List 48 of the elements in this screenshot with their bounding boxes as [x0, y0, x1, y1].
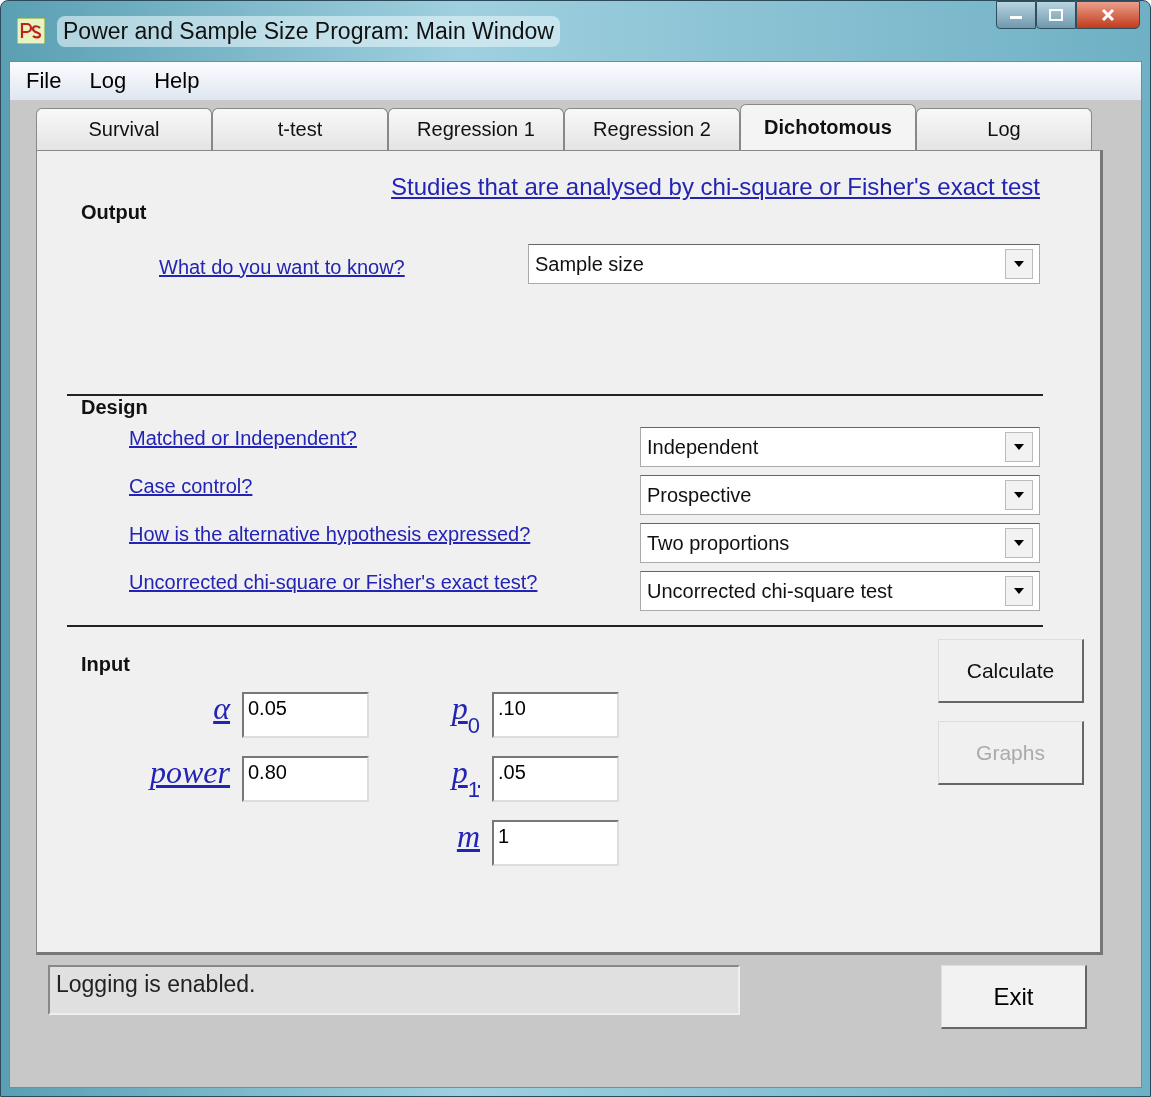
dropdown[interactable]: Sample size	[528, 244, 1040, 284]
menu-item[interactable]: File	[26, 68, 62, 94]
dropdown-arrow-icon	[1013, 260, 1025, 268]
tab[interactable]: Regression 2	[564, 108, 740, 150]
dropdown-arrow-icon	[1013, 587, 1025, 595]
dropdown[interactable]: Two proportions	[640, 523, 1040, 563]
menu-item[interactable]: Help	[154, 68, 200, 94]
input-field[interactable]: .05	[492, 756, 619, 802]
minimize-button[interactable]	[996, 1, 1036, 29]
section-heading: Input	[80, 653, 131, 676]
action-button[interactable]: Calculate	[938, 639, 1084, 703]
close-icon	[1099, 8, 1117, 22]
question-link[interactable]: Uncorrected chi-square or Fisher's exact test?	[129, 571, 538, 594]
parameter-link[interactable]: p$_{0}$	[451, 692, 480, 737]
dropdown-arrow-icon	[1013, 443, 1025, 451]
dropdown[interactable]: Prospective	[640, 475, 1040, 515]
input-field[interactable]: 0.80	[242, 756, 369, 802]
input-field[interactable]: 0.05	[242, 692, 369, 738]
tab[interactable]: t-test	[212, 108, 388, 150]
tab[interactable]: Log	[916, 108, 1092, 150]
menu-item[interactable]: Log	[89, 68, 127, 94]
section-heading: Design	[80, 396, 149, 419]
question-link[interactable]: How is the alternative hypothesis expressed?	[129, 523, 531, 546]
question-link[interactable]: What do you want to know?	[159, 256, 405, 279]
tab[interactable]: Regression 1	[388, 108, 564, 150]
input-field[interactable]: .10	[492, 692, 619, 738]
tab[interactable]: Survival	[36, 108, 212, 150]
parameter-link[interactable]: α	[213, 692, 230, 724]
parameter-link[interactable]: power	[150, 756, 230, 788]
input-field[interactable]: 1	[492, 820, 619, 866]
title-link[interactable]: Studies that are analysed by chi-square or Fisher's exact test	[391, 173, 1040, 201]
tab[interactable]: Dichotomous	[740, 104, 916, 150]
dropdown-arrow-icon	[1013, 539, 1025, 547]
app-logo-icon	[17, 18, 45, 44]
question-link[interactable]: Case control?	[129, 475, 253, 498]
parameter-link[interactable]: m	[456, 820, 480, 852]
dropdown[interactable]: Uncorrected chi-square test	[640, 571, 1040, 611]
window-title: Power and Sample Size Program: Main Window	[57, 15, 560, 47]
maximize-button[interactable]	[1036, 1, 1076, 29]
status-bar: Logging is enabled.	[48, 965, 740, 1015]
parameter-link[interactable]: p$_{1}$	[451, 756, 480, 801]
close-button[interactable]	[1076, 1, 1140, 29]
question-link[interactable]: Matched or Independent?	[129, 427, 357, 450]
maximize-icon	[1048, 8, 1064, 22]
section-heading: Output	[80, 201, 148, 224]
dropdown-arrow-icon	[1013, 491, 1025, 499]
dropdown[interactable]: Independent	[640, 427, 1040, 467]
exit-button[interactable]: Exit	[941, 965, 1087, 1029]
